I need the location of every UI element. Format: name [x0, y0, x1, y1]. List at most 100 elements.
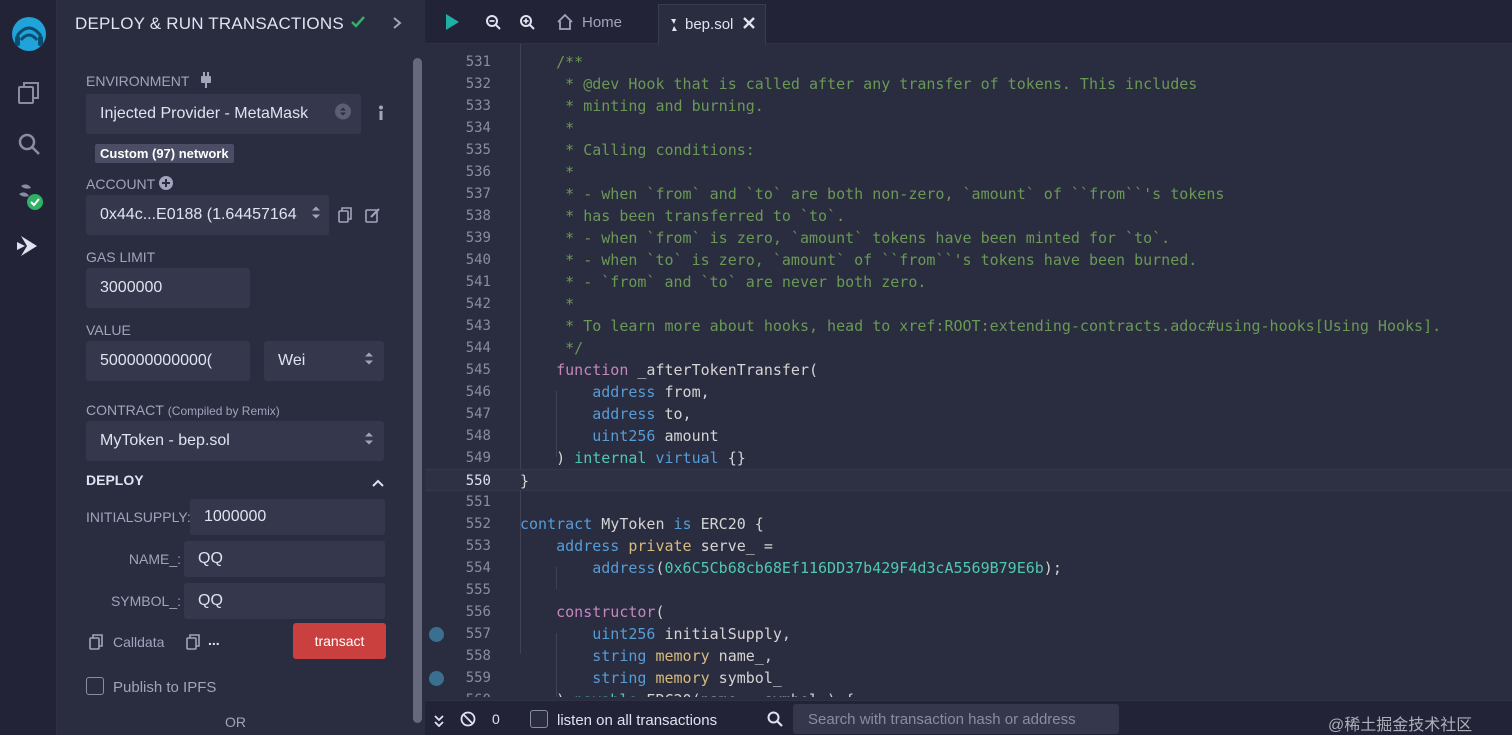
gas-limit-label: GAS LIMIT [86, 249, 156, 265]
code-text: address(0x6C5Cb68cb68Ef116DD37b429F4d3cA… [592, 559, 1062, 577]
edit-icon[interactable] [365, 207, 381, 228]
line-number: 531 [465, 54, 491, 70]
code-text: function _afterTokenTransfer( [556, 361, 819, 379]
line-number: 534 [465, 120, 491, 136]
code-editor[interactable]: 530531 /**532 * @dev Hook that is called… [425, 44, 1512, 697]
symbol-input[interactable]: QQ [184, 583, 385, 619]
tab-bep-sol[interactable]: bep.sol [658, 4, 766, 44]
copy-params-icon[interactable] [186, 634, 200, 655]
select-arrows-icon [364, 351, 374, 372]
line-number: 551 [465, 494, 491, 510]
deploy-panel: DEPLOY & RUN TRANSACTIONS ENVIRONMENT In… [57, 0, 425, 735]
line-number: 533 [465, 98, 491, 114]
code-line[interactable]: 546 address from, [425, 381, 1512, 403]
name-input[interactable]: QQ [184, 541, 385, 577]
listen-checkbox[interactable] [530, 710, 548, 728]
chevron-right-icon[interactable] [391, 16, 403, 35]
deploy-run-icon[interactable] [0, 226, 57, 266]
code-line[interactable]: 538 * has been transferred to `to`. [425, 205, 1512, 227]
terminal-search-input[interactable]: Search with transaction hash or address [793, 704, 1119, 734]
code-line[interactable]: 530 [425, 44, 1512, 51]
code-line[interactable]: 531 /** [425, 51, 1512, 73]
code-text: address to, [592, 405, 692, 423]
add-account-icon[interactable] [159, 176, 173, 195]
code-line[interactable]: 541 * - `from` and `to` are never both z… [425, 271, 1512, 293]
code-line[interactable]: 533 * minting and burning. [425, 95, 1512, 117]
account-select[interactable]: 0x44c...E0188 (1.64457164 [86, 195, 329, 235]
initialsupply-input[interactable]: 1000000 [190, 499, 385, 535]
code-text: ) internal virtual {} [520, 449, 746, 467]
code-line[interactable]: 557 uint256 initialSupply, [425, 623, 1512, 645]
remix-logo-icon[interactable] [0, 12, 57, 56]
code-line[interactable]: 540 * - when `to` is zero, `amount` of `… [425, 249, 1512, 271]
code-line[interactable]: 537 * - when `from` and `to` are both no… [425, 183, 1512, 205]
info-icon[interactable] [376, 105, 386, 126]
code-line[interactable]: 543 * To learn more about hooks, head to… [425, 315, 1512, 337]
code-line[interactable]: 547 address to, [425, 403, 1512, 425]
value-unit-select[interactable]: Wei [264, 341, 384, 381]
code-line[interactable]: 558 string memory name_, [425, 645, 1512, 667]
copy-icon[interactable] [338, 207, 352, 228]
environment-select[interactable]: Injected Provider - MetaMask [86, 94, 361, 134]
line-number: 535 [465, 142, 491, 158]
line-number: 548 [465, 428, 491, 444]
code-line[interactable]: 539 * - when `from` is zero, `amount` to… [425, 227, 1512, 249]
copy-calldata-icon[interactable] [89, 634, 103, 655]
search-icon[interactable] [0, 124, 57, 164]
code-line[interactable]: 536 * [425, 161, 1512, 183]
gas-limit-input[interactable]: 3000000 [86, 268, 250, 308]
code-line[interactable]: 542 * [425, 293, 1512, 315]
code-line[interactable]: 545 function _afterTokenTransfer( [425, 359, 1512, 381]
zoom-in-icon[interactable] [514, 0, 540, 44]
code-line[interactable]: 532 * @dev Hook that is called after any… [425, 73, 1512, 95]
deploy-label: DEPLOY [86, 472, 144, 488]
contract-select[interactable]: MyToken - bep.sol [86, 421, 384, 461]
code-text: * Calling conditions: [520, 141, 755, 159]
code-text: constructor( [556, 603, 665, 621]
code-line[interactable]: 554 address(0x6C5Cb68cb68Ef116DD37b429F4… [425, 557, 1512, 579]
chevron-up-icon[interactable] [371, 475, 385, 493]
code-text: * minting and burning. [520, 97, 764, 115]
code-line[interactable]: 535 * Calling conditions: [425, 139, 1512, 161]
code-line[interactable]: 551 [425, 491, 1512, 513]
line-number: 542 [465, 296, 491, 312]
transact-button[interactable]: transact [293, 623, 386, 659]
icon-bar [0, 0, 57, 735]
line-number: 532 [465, 76, 491, 92]
code-line[interactable]: 553 address private serve_ = [425, 535, 1512, 557]
account-value: 0x44c...E0188 (1.64457164 [100, 206, 297, 223]
code-text: * - when `from` and `to` are both non-ze… [520, 185, 1225, 203]
code-line[interactable]: 555 [425, 579, 1512, 601]
close-tab-icon[interactable] [743, 16, 756, 33]
calldata-label[interactable]: Calldata [113, 634, 164, 650]
clear-terminal-icon[interactable] [460, 711, 476, 732]
code-line[interactable]: 548 uint256 amount [425, 425, 1512, 447]
code-line[interactable]: 556 constructor( [425, 601, 1512, 623]
zoom-out-icon[interactable] [480, 0, 506, 44]
code-line[interactable]: 552 contract MyToken is ERC20 { [425, 513, 1512, 535]
code-text: string memory symbol_ [592, 669, 782, 687]
code-text: uint256 initialSupply, [592, 625, 791, 643]
or-divider: OR [225, 714, 246, 730]
tab-home[interactable]: Home [556, 0, 622, 44]
double-chevron-down-icon[interactable] [433, 714, 445, 732]
code-text: contract MyToken is ERC20 { [520, 515, 764, 533]
code-line[interactable]: 534 * [425, 117, 1512, 139]
code-line[interactable]: 549 ) internal virtual {} [425, 447, 1512, 469]
code-line[interactable]: 550} [425, 469, 1512, 491]
code-line[interactable]: 559 string memory symbol_ [425, 667, 1512, 689]
panel-scrollbar[interactable] [413, 58, 422, 723]
solidity-compiler-icon[interactable] [0, 176, 57, 216]
line-number: 536 [465, 164, 491, 180]
line-number: 559 [465, 670, 491, 686]
line-number: 537 [465, 186, 491, 202]
file-explorer-icon[interactable] [0, 73, 57, 113]
value-input[interactable]: 500000000000( [86, 341, 250, 381]
line-number: 554 [465, 560, 491, 576]
publish-ipfs-checkbox[interactable] [86, 677, 104, 695]
watermark: @稀土掘金技术社区 [1328, 717, 1473, 734]
code-line[interactable]: 544 */ [425, 337, 1512, 359]
code-line[interactable]: 560 ) payable ERC20(name_, symbol_) { [425, 689, 1512, 697]
run-script-icon[interactable] [439, 0, 465, 44]
line-number: 543 [465, 318, 491, 334]
